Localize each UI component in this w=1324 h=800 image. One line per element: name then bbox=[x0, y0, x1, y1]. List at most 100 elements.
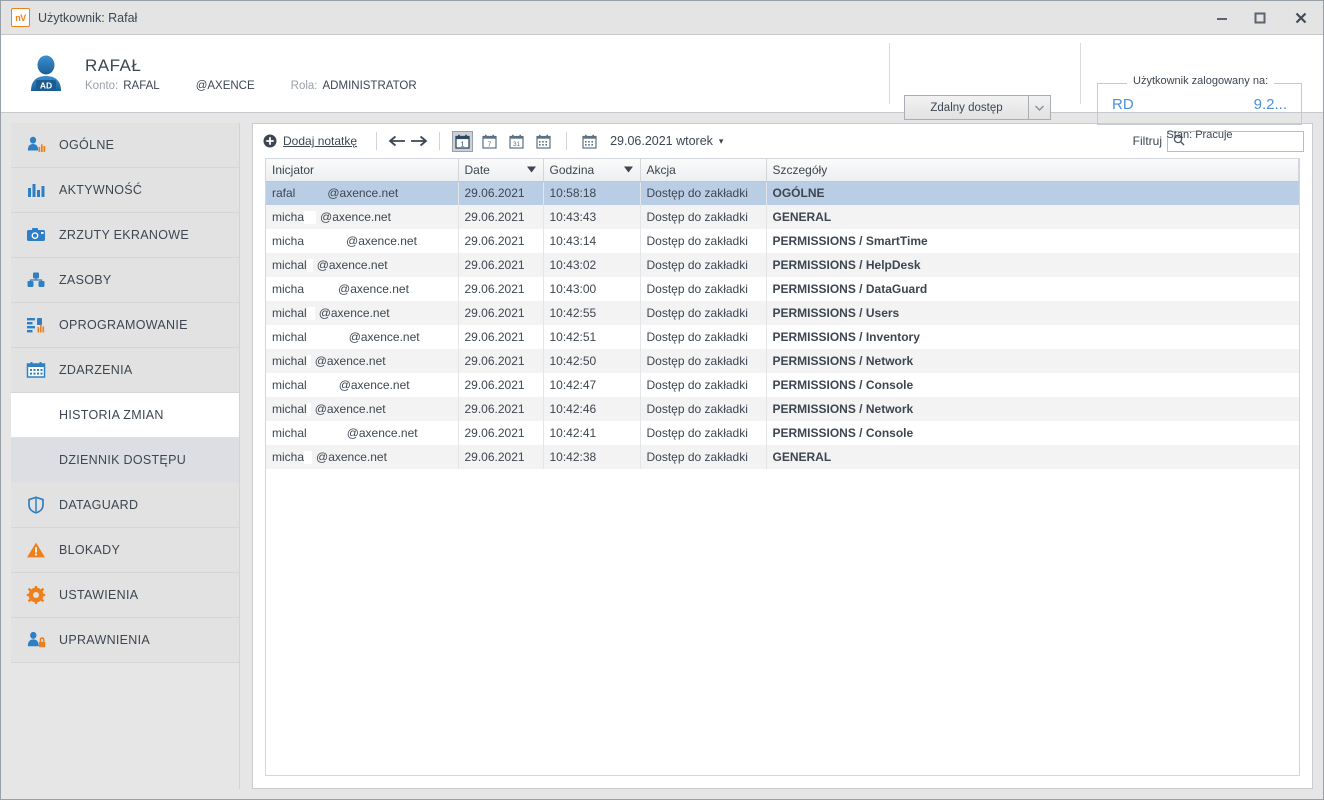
sidebar-item-zrzuty-ekranowe[interactable]: ZRZUTY EKRANOWE bbox=[11, 213, 239, 258]
column-header-initiator[interactable]: Inicjator bbox=[266, 159, 458, 181]
table-row[interactable]: michal@axence.net29.06.202110:43:02Dostę… bbox=[266, 253, 1299, 277]
cell-action: Dostęp do zakładki bbox=[640, 181, 766, 205]
column-header-date[interactable]: Date bbox=[458, 159, 543, 181]
account-value: RAFAL bbox=[123, 80, 159, 92]
initiator-name: michal bbox=[272, 426, 307, 440]
chevron-down-icon[interactable] bbox=[1029, 95, 1051, 120]
sort-descending-icon[interactable] bbox=[624, 165, 633, 174]
table-row[interactable]: rafal@axence.net29.06.202110:58:18Dostęp… bbox=[266, 181, 1299, 205]
cell-initiator: micha@axence.net bbox=[266, 229, 458, 253]
cell-date: 29.06.2021 bbox=[458, 349, 543, 373]
arrow-left-icon[interactable] bbox=[386, 130, 408, 152]
cell-time: 10:43:14 bbox=[543, 229, 640, 253]
table-row[interactable]: micha@axence.net29.06.202110:43:14Dostęp… bbox=[266, 229, 1299, 253]
cell-initiator: michal@axence.net bbox=[266, 373, 458, 397]
calendar-picker-icon[interactable] bbox=[579, 131, 600, 152]
table-empty-area bbox=[266, 469, 1299, 775]
cell-initiator: michal@axence.net bbox=[266, 397, 458, 421]
sidebar-item-og-lne[interactable]: OGÓLNE bbox=[11, 123, 239, 168]
close-icon[interactable] bbox=[1279, 1, 1323, 34]
calendar-icon bbox=[25, 361, 47, 379]
add-note-button[interactable]: Dodaj notatkę bbox=[263, 134, 357, 148]
sidebar-item-uprawnienia[interactable]: UPRAWNIENIA bbox=[11, 618, 239, 663]
table-row[interactable]: micha@axence.net29.06.202110:42:38Dostęp… bbox=[266, 445, 1299, 469]
cell-action: Dostęp do zakładki bbox=[640, 445, 766, 469]
initiator-domain: @axence.net bbox=[317, 258, 388, 272]
redaction-mask bbox=[304, 451, 312, 464]
sidebar-item-zasoby[interactable]: ZASOBY bbox=[11, 258, 239, 303]
cell-initiator: rafal@axence.net bbox=[266, 181, 458, 205]
sidebar-item-blokady[interactable]: BLOKADY bbox=[11, 528, 239, 573]
logged-on-label: Użytkownik zalogowany na: bbox=[1127, 75, 1274, 87]
redaction-mask bbox=[307, 379, 335, 392]
sort-descending-icon[interactable] bbox=[527, 165, 536, 174]
maximize-icon[interactable] bbox=[1241, 1, 1279, 34]
cell-initiator: micha@axence.net bbox=[266, 277, 458, 301]
sidebar-item-dataguard[interactable]: DATAGUARD bbox=[11, 483, 239, 528]
sidebar-item-zdarzenia[interactable]: ZDARZENIA bbox=[11, 348, 239, 393]
cell-action: Dostęp do zakładki bbox=[640, 301, 766, 325]
sidebar-item-ustawienia[interactable]: USTAWIENIA bbox=[11, 573, 239, 618]
calendar-week-icon[interactable]: 7 bbox=[479, 131, 500, 152]
cell-action: Dostęp do zakładki bbox=[640, 253, 766, 277]
sidebar-item-historia-zmian[interactable]: HISTORIA ZMIAN bbox=[11, 393, 239, 438]
date-selector[interactable]: 29.06.2021 wtorek ▾ bbox=[610, 134, 723, 148]
cell-details: PERMISSIONS / HelpDesk bbox=[766, 253, 1299, 277]
cell-initiator: michal@axence.net bbox=[266, 349, 458, 373]
table-row[interactable]: michal@axence.net29.06.202110:42:55Dostę… bbox=[266, 301, 1299, 325]
sidebar-item-label: OGÓLNE bbox=[59, 138, 114, 152]
redaction-mask bbox=[307, 403, 311, 416]
table-row[interactable]: michal@axence.net29.06.202110:42:50Dostę… bbox=[266, 349, 1299, 373]
table-row[interactable]: michal@axence.net29.06.202110:42:47Dostę… bbox=[266, 373, 1299, 397]
minimize-icon[interactable] bbox=[1203, 1, 1241, 34]
chevron-down-icon: ▾ bbox=[719, 136, 724, 147]
initiator-name: michal bbox=[272, 402, 307, 416]
cell-date: 29.06.2021 bbox=[458, 277, 543, 301]
column-header-details[interactable]: Szczegóły bbox=[766, 159, 1299, 181]
table-row[interactable]: micha@axence.net29.06.202110:43:00Dostęp… bbox=[266, 277, 1299, 301]
calendar-month-icon[interactable]: 31 bbox=[506, 131, 527, 152]
user-name: RAFAŁ bbox=[85, 56, 417, 76]
redaction-mask bbox=[307, 427, 343, 440]
table-row[interactable]: micha@axence.net29.06.202110:43:43Dostęp… bbox=[266, 205, 1299, 229]
table-row[interactable]: michal@axence.net29.06.202110:42:51Dostę… bbox=[266, 325, 1299, 349]
initiator-name: micha bbox=[272, 282, 304, 296]
cell-time: 10:43:02 bbox=[543, 253, 640, 277]
logged-host: RD bbox=[1112, 96, 1134, 113]
column-header-action[interactable]: Akcja bbox=[640, 159, 766, 181]
table-row[interactable]: michal@axence.net29.06.202110:42:46Dostę… bbox=[266, 397, 1299, 421]
redaction-mask bbox=[307, 307, 315, 320]
table-row[interactable]: michal@axence.net29.06.202110:42:41Dostę… bbox=[266, 421, 1299, 445]
initiator-domain: @axence.net bbox=[327, 186, 398, 200]
access-log-table-wrap: InicjatorDateGodzinaAkcjaSzczegóły rafal… bbox=[265, 158, 1300, 776]
arrow-right-icon[interactable] bbox=[408, 130, 430, 152]
cell-date: 29.06.2021 bbox=[458, 229, 543, 253]
cell-initiator: micha@axence.net bbox=[266, 205, 458, 229]
sidebar-item-label: DZIENNIK DOSTĘPU bbox=[59, 453, 186, 467]
remote-access-button[interactable]: Zdalny dostęp bbox=[904, 95, 1029, 120]
header-divider-1 bbox=[889, 43, 890, 104]
application-window: nV Użytkownik: Rafał bbox=[0, 0, 1324, 800]
sidebar: OGÓLNE AKTYWNOŚĆZRZUTY EKRANOWEZASOBYOPRO… bbox=[11, 123, 240, 789]
cell-initiator: michal@axence.net bbox=[266, 253, 458, 277]
cell-details: PERMISSIONS / Console bbox=[766, 373, 1299, 397]
shield-icon bbox=[25, 496, 47, 514]
calendar-day-icon[interactable]: 1 bbox=[452, 131, 473, 152]
user-chart-icon bbox=[25, 136, 47, 154]
calendar-grid-icon[interactable] bbox=[533, 131, 554, 152]
software-chart-icon bbox=[25, 316, 47, 334]
cell-details: PERMISSIONS / Network bbox=[766, 397, 1299, 421]
sidebar-item-aktywno[interactable]: AKTYWNOŚĆ bbox=[11, 168, 239, 213]
toolbar-divider-2 bbox=[439, 132, 440, 150]
user-header: AD RAFAŁ Konto: RAFAL @AXENCE Rola: ADMI… bbox=[1, 35, 1323, 113]
nv-logo-icon: nV bbox=[11, 8, 30, 27]
sidebar-item-label: UPRAWNIENIA bbox=[59, 633, 150, 647]
sidebar-item-oprogramowanie[interactable]: OPROGRAMOWANIE bbox=[11, 303, 239, 348]
cell-time: 10:42:50 bbox=[543, 349, 640, 373]
sidebar-item-dziennik-dost-pu[interactable]: DZIENNIK DOSTĘPU bbox=[11, 438, 239, 483]
cell-date: 29.06.2021 bbox=[458, 181, 543, 205]
column-header-time[interactable]: Godzina bbox=[543, 159, 640, 181]
initiator-name: michal bbox=[272, 330, 307, 344]
remote-access-control: Zdalny dostęp bbox=[904, 95, 1051, 120]
cell-date: 29.06.2021 bbox=[458, 325, 543, 349]
